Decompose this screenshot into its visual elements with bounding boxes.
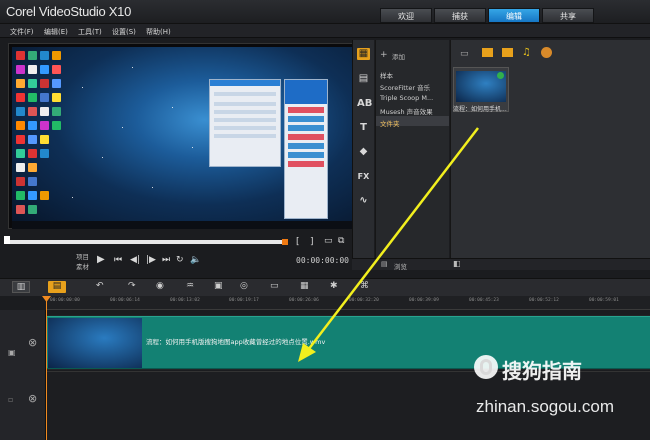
sogou-logo-icon bbox=[474, 355, 498, 379]
watermark-url: zhinan.sogou.com bbox=[476, 397, 614, 416]
watermark-brand: 搜狗指南 bbox=[502, 359, 582, 383]
